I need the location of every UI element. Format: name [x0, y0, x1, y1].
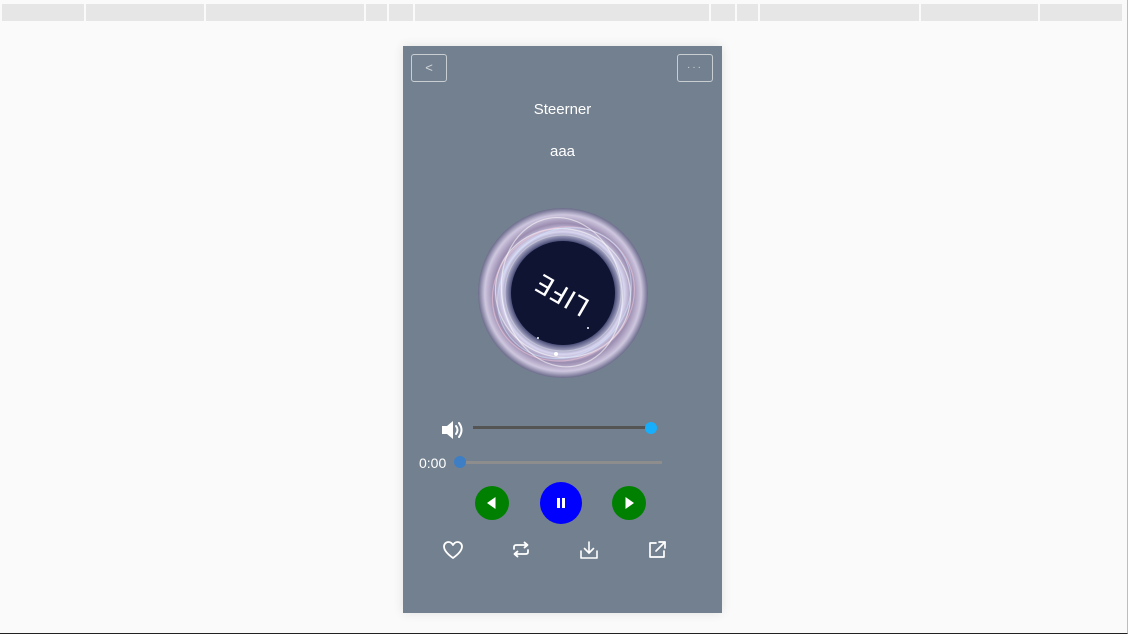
toolbar-segment [86, 4, 206, 21]
song-title: Steerner [533, 101, 592, 118]
progress-slider-thumb[interactable] [454, 456, 466, 468]
toolbar-segment [206, 4, 366, 21]
current-time: 0:00 [419, 455, 447, 471]
toolbar-segment [389, 4, 415, 21]
toolbar-segment [415, 4, 711, 21]
repeat-icon[interactable] [510, 539, 532, 561]
back-button[interactable]: < [411, 54, 447, 82]
toolbar-segment [921, 4, 1040, 21]
more-button[interactable]: ··· [677, 54, 713, 82]
toolbar-segment [760, 4, 921, 21]
volume-slider-thumb[interactable] [645, 422, 657, 434]
toolbar-segment [711, 4, 737, 21]
album-cover: LIFE [478, 208, 648, 378]
play-pause-button[interactable] [540, 482, 582, 524]
volume-icon[interactable] [440, 419, 464, 441]
previous-button[interactable] [475, 486, 509, 520]
download-icon[interactable] [578, 539, 600, 561]
top-toolbar [2, 4, 1124, 21]
artist-name: aaa [549, 143, 576, 160]
next-icon [625, 497, 634, 509]
next-button[interactable] [612, 486, 646, 520]
cover-art-image: LIFE [478, 208, 648, 378]
prev-icon [487, 497, 496, 509]
progress-slider-track[interactable] [460, 461, 662, 464]
toolbar-segment [1040, 4, 1124, 21]
toolbar-segment [366, 4, 389, 21]
toolbar-segment [737, 4, 760, 21]
music-player: < ··· Steerner aaa LIFE 0:00 [403, 46, 722, 613]
heart-icon[interactable] [442, 539, 464, 561]
toolbar-segment [2, 4, 86, 21]
volume-slider-track[interactable] [473, 426, 651, 429]
share-icon[interactable] [646, 539, 668, 561]
pause-icon [557, 498, 565, 508]
